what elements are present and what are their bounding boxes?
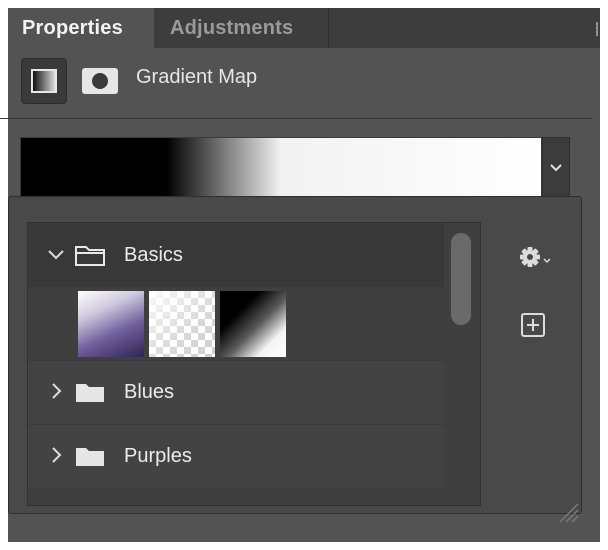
chevron-right-icon[interactable] xyxy=(46,381,66,401)
gradient-swatch[interactable] xyxy=(220,291,286,357)
gradient-map-icon xyxy=(31,69,57,93)
tab-properties[interactable]: Properties xyxy=(8,8,154,48)
preset-list: Basics Blues Purples xyxy=(27,222,481,506)
gradient-swatch[interactable] xyxy=(149,291,215,357)
gear-icon[interactable] xyxy=(514,240,554,274)
chevron-right-icon[interactable] xyxy=(46,445,66,465)
folder-icon xyxy=(76,448,104,466)
chevron-down-icon[interactable] xyxy=(46,244,66,264)
gradient-map-adjustment-icon[interactable] xyxy=(21,58,67,104)
preset-group-basics[interactable]: Basics xyxy=(28,223,444,287)
panel-grip-icon[interactable] xyxy=(596,22,598,36)
layer-mask-icon[interactable] xyxy=(82,68,118,94)
folder-open-icon xyxy=(75,246,105,266)
gradient-swatch[interactable] xyxy=(78,291,144,357)
gradient-dropdown-button[interactable] xyxy=(542,137,570,197)
panel-title: Gradient Map xyxy=(136,66,258,88)
preset-group-label: Purples xyxy=(124,445,192,467)
add-box-icon[interactable] xyxy=(520,312,546,338)
chevron-down-icon xyxy=(550,164,562,172)
preset-group-label: Basics xyxy=(124,244,183,266)
tab-bar: Properties Adjustments xyxy=(8,8,600,48)
preset-group-label: Blues xyxy=(124,381,175,403)
tab-adjustments[interactable]: Adjustments xyxy=(154,8,329,48)
scrollbar-thumb[interactable] xyxy=(451,233,471,325)
folder-icon xyxy=(76,384,104,402)
preset-group-purples[interactable]: Purples xyxy=(28,424,444,488)
preset-group-blues[interactable]: Blues xyxy=(28,360,444,424)
divider xyxy=(0,118,592,119)
basics-swatches xyxy=(28,288,444,360)
resize-grip-icon[interactable] xyxy=(556,500,580,524)
gradient-preview[interactable] xyxy=(20,137,542,197)
